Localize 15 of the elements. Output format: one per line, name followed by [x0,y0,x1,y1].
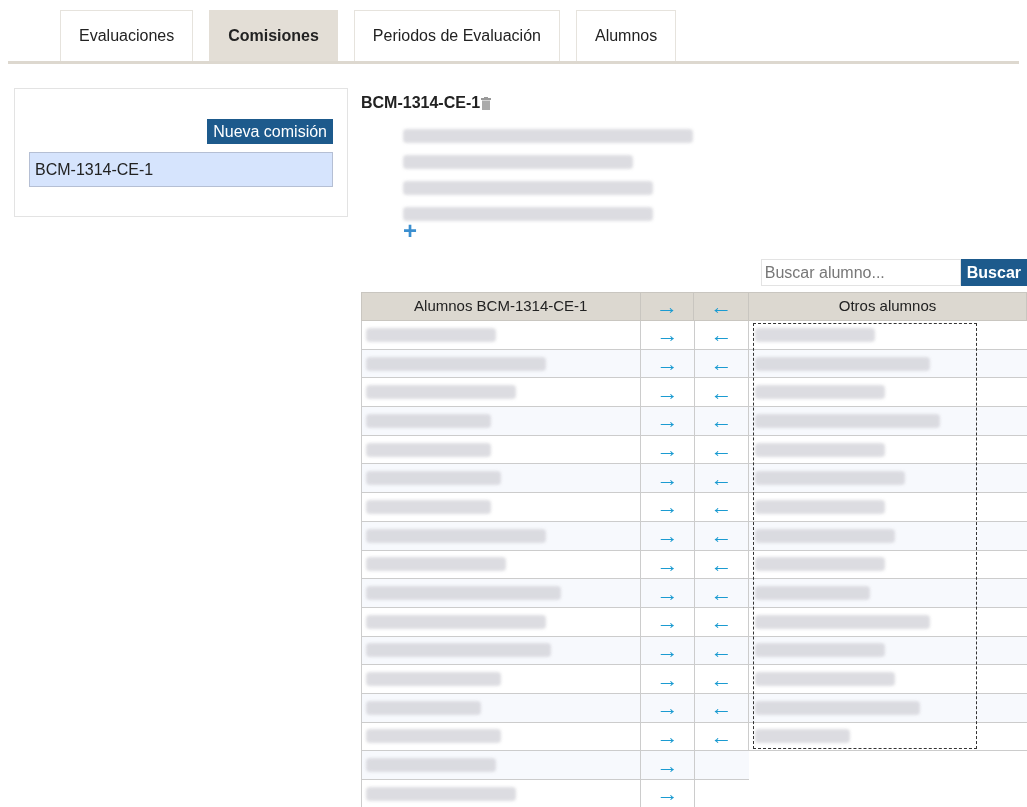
tab[interactable]: Alumnos [575,10,677,61]
move-left-header[interactable]: ← [694,293,748,320]
trash-icon[interactable] [481,96,492,110]
tab[interactable]: Evaluaciones [60,10,194,61]
commission-title: BCM-1314-CE-1 [361,93,481,113]
add-link[interactable]: + [403,221,417,241]
column-header: Alumnos BCM-1314-CE-1 [362,293,641,320]
commission-item[interactable]: BCM-1314-CE-1 [29,152,333,187]
column-header: Otros alumnos [749,292,1027,321]
search-field[interactable]: Buscar alumno... [760,259,961,286]
tab[interactable]: Periodos de Evaluación [353,10,560,61]
new-commission-button[interactable]: Nueva comisión [207,119,333,144]
search-button[interactable]: Buscar [960,259,1027,286]
tab[interactable]: Comisiones [209,10,338,61]
move-right-header[interactable]: → [640,293,695,320]
